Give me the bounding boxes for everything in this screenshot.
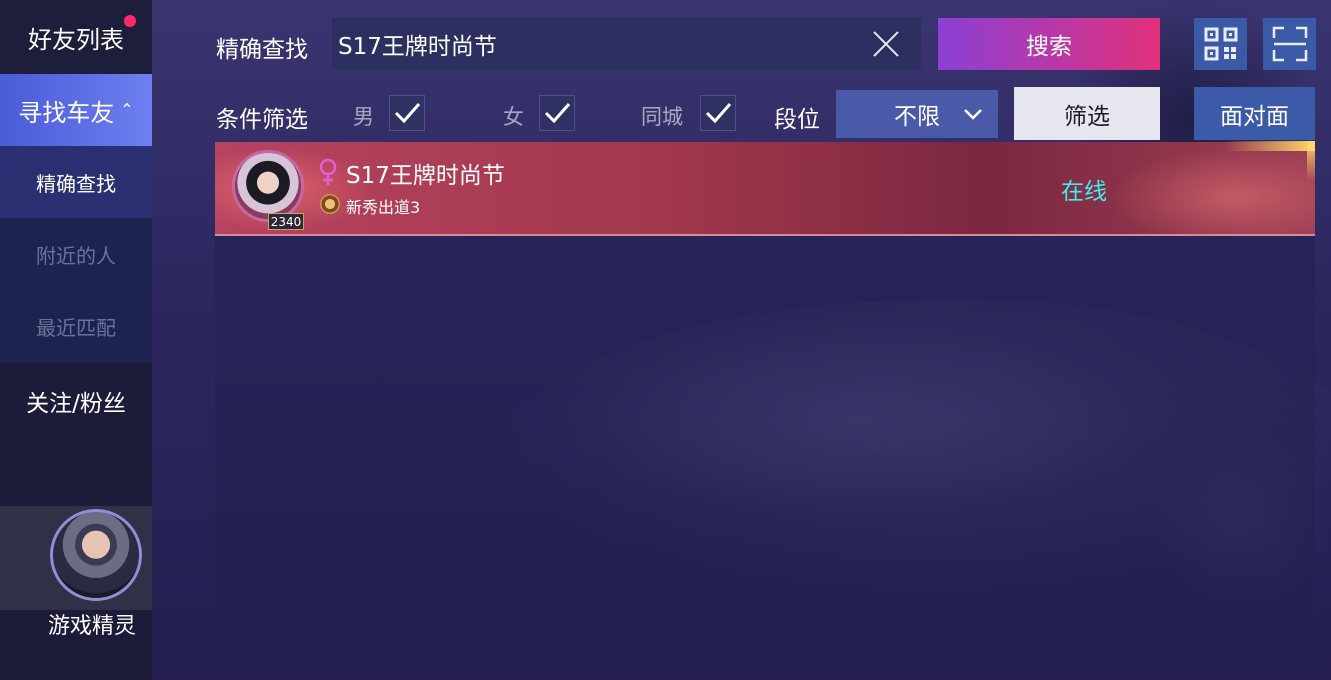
rank-select[interactable]: 不限: [836, 90, 998, 138]
sidebar-item-label: 关注/粉丝: [26, 391, 126, 417]
scan-icon: [1272, 26, 1307, 62]
sidebar-item-find-friends[interactable]: 寻找车友 ⌃: [0, 74, 152, 146]
checkmark-icon: [705, 103, 732, 124]
decorative-frame: [1224, 141, 1315, 151]
filter-button[interactable]: 筛选: [1014, 87, 1160, 140]
qr-code-icon: [1204, 27, 1237, 61]
collapse-icon: ⌃: [120, 100, 134, 119]
checkmark-icon: [394, 103, 421, 124]
game-spirit-avatar[interactable]: [50, 509, 142, 601]
rank-text: 新秀出道3: [346, 198, 421, 217]
sidebar-item-recent[interactable]: 最近匹配: [0, 290, 152, 362]
qr-code-button[interactable]: [1194, 18, 1247, 70]
same-city-checkbox[interactable]: [700, 95, 736, 131]
female-label: 女: [503, 105, 524, 129]
sidebar-item-exact-search[interactable]: 精确查找: [0, 146, 152, 218]
notification-dot: [124, 15, 136, 27]
sidebar-item-nearby[interactable]: 附近的人: [0, 218, 152, 290]
filter-button-label: 筛选: [1064, 103, 1110, 130]
sidebar-item-label: 寻找车友: [18, 98, 115, 127]
male-label: 男: [353, 105, 374, 129]
sidebar-item-label: 精确查找: [36, 171, 116, 196]
search-label: 精确查找: [216, 37, 308, 63]
same-city-label: 同城: [641, 105, 683, 129]
sidebar-item-friends[interactable]: 好友列表: [0, 0, 152, 74]
male-checkbox[interactable]: [389, 95, 425, 131]
avatar[interactable]: [232, 150, 304, 222]
sidebar-item-label: 最近匹配: [36, 315, 116, 340]
sidebar-item-label: 好友列表: [28, 25, 124, 54]
search-input[interactable]: S17王牌时尚节: [332, 18, 921, 70]
online-status: 在线: [1061, 179, 1107, 205]
face-to-face-button[interactable]: 面对面: [1194, 87, 1315, 140]
chevron-down-icon: [964, 109, 982, 120]
filter-label: 条件筛选: [216, 107, 308, 133]
sidebar-item-follow-fans[interactable]: 关注/粉丝: [0, 362, 152, 440]
checkmark-icon: [544, 103, 571, 124]
sidebar-item-label: 附近的人: [36, 243, 116, 268]
scan-button[interactable]: [1263, 18, 1316, 70]
level-badge: 2340: [268, 213, 304, 230]
clear-icon[interactable]: [870, 28, 902, 60]
decorative-frame: [1307, 141, 1315, 181]
rank-label: 段位: [774, 107, 820, 133]
game-spirit-label: 游戏精灵: [47, 614, 136, 639]
female-checkbox[interactable]: [539, 95, 575, 131]
search-input-value: S17王牌时尚节: [338, 34, 497, 60]
search-button[interactable]: 搜索: [938, 18, 1160, 70]
rank-icon: [320, 194, 340, 214]
rank-select-value: 不限: [894, 104, 940, 130]
username: S17王牌时尚节: [346, 163, 505, 189]
female-icon: [319, 158, 337, 185]
face-to-face-button-label: 面对面: [1220, 103, 1289, 130]
search-button-label: 搜索: [1026, 34, 1072, 60]
